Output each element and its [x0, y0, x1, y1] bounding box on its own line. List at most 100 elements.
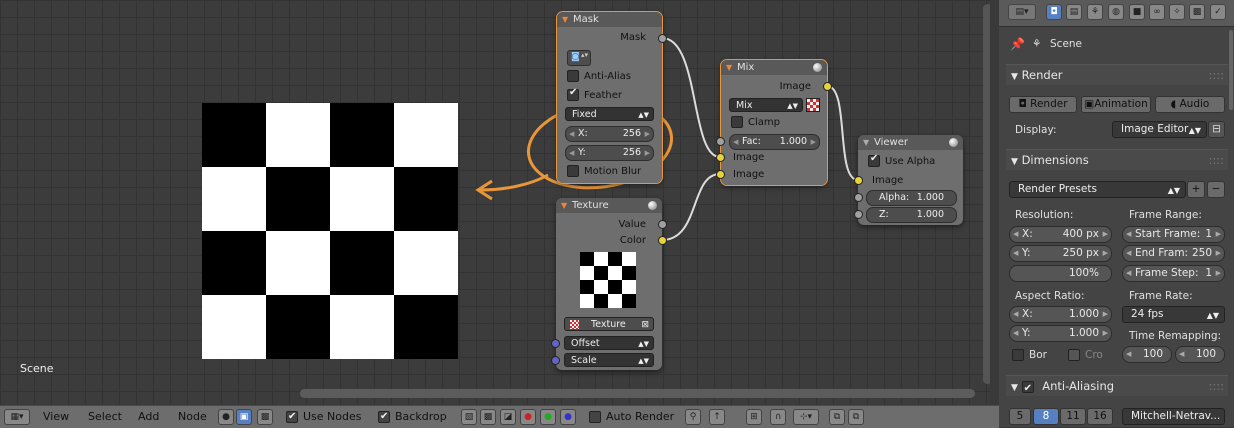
- drag-handle-icon[interactable]: ::::: [1209, 150, 1225, 170]
- mask-node-header[interactable]: ▼ Mask: [557, 12, 662, 27]
- channel-a-icon[interactable]: ◪: [500, 409, 516, 425]
- viewer-image-socket[interactable]: [854, 176, 863, 185]
- collapse-icon[interactable]: ▼: [561, 198, 567, 213]
- animation-button[interactable]: ▣Animation: [1081, 96, 1151, 113]
- shader-nodes-icon[interactable]: ●: [218, 409, 234, 425]
- texture-color-socket[interactable]: [658, 236, 667, 245]
- left-arrow-icon[interactable]: ◀: [1126, 266, 1131, 281]
- feather-row[interactable]: Feather: [567, 87, 622, 101]
- texture-node[interactable]: ▼ Texture Value Color Texture ⊠ Offset ▲▼…: [556, 198, 662, 370]
- viewer-node-header[interactable]: ▼ Viewer: [858, 135, 963, 150]
- size-source-dropdown[interactable]: Fixed ▲▼: [565, 107, 654, 121]
- menu-view[interactable]: View: [43, 409, 69, 425]
- viewer-alpha-socket[interactable]: [854, 193, 863, 202]
- backdrop-toggle[interactable]: Backdrop: [378, 409, 447, 425]
- left-arrow-icon[interactable]: ◀: [1013, 326, 1018, 341]
- use-alpha-row[interactable]: Use Alpha: [868, 153, 935, 167]
- mask-datablock-select[interactable]: ◙ ▴▾: [567, 50, 591, 66]
- anti-alias-row[interactable]: Anti-Alias: [567, 70, 631, 82]
- texture-tab-icon[interactable]: ▩: [1189, 4, 1205, 20]
- editor-type-icon[interactable]: ▦▾: [4, 409, 30, 425]
- remap-old-field[interactable]: ◀ 100: [1122, 346, 1172, 363]
- mix-output-socket[interactable]: [823, 82, 832, 91]
- aa-samples-11[interactable]: 11: [1060, 408, 1086, 425]
- collapse-icon[interactable]: ▼: [863, 135, 869, 150]
- right-arrow-icon[interactable]: ▶: [811, 135, 816, 149]
- mix-node-header[interactable]: ▼ Mix: [721, 60, 827, 75]
- menu-node[interactable]: Node: [178, 409, 207, 425]
- mask-node[interactable]: ▼ Mask Mask ◙ ▴▾ Anti-Alias Feather Fixe…: [556, 11, 663, 184]
- scene-tab-icon[interactable]: ⚘: [1087, 4, 1103, 20]
- node-editor[interactable]: ▼ Mask Mask ◙ ▴▾ Anti-Alias Feather Fixe…: [0, 0, 990, 405]
- crop-toggle[interactable]: Cro: [1068, 349, 1103, 361]
- render-presets-dropdown[interactable]: Render Presets ▲▼: [1009, 181, 1186, 198]
- menu-add[interactable]: Add: [138, 409, 159, 425]
- horizontal-scrollbar[interactable]: [300, 389, 975, 398]
- parent-node-tree-icon[interactable]: ↑: [709, 409, 725, 425]
- left-arrow-icon[interactable]: ◀: [1013, 227, 1018, 242]
- texture-node-header[interactable]: ▼ Texture: [556, 198, 662, 213]
- left-arrow-icon[interactable]: ◀: [1126, 246, 1131, 261]
- editor-type-icon[interactable]: ▤▾: [1008, 4, 1036, 20]
- anti-alias-checkbox[interactable]: [567, 70, 579, 82]
- aspect-x-field[interactable]: ◀ X: 1.000 ▶: [1009, 306, 1112, 323]
- backdrop-checkbox[interactable]: [378, 409, 390, 425]
- mix-node[interactable]: ▼ Mix Image Mix ▲▼ Clamp ◀ Fac: 1.000 ▶ Imag…: [720, 59, 828, 186]
- channel-green-icon[interactable]: ●: [540, 409, 556, 425]
- right-arrow-icon[interactable]: ▶: [1103, 307, 1108, 322]
- right-arrow-icon[interactable]: ▶: [645, 127, 650, 141]
- paste-icon[interactable]: ⧉: [848, 409, 864, 425]
- texture-nodes-icon[interactable]: ▩: [257, 409, 273, 425]
- render-button[interactable]: ◘ Render: [1009, 96, 1077, 113]
- world-tab-icon[interactable]: ◍: [1108, 4, 1124, 20]
- drag-handle-icon[interactable]: ::::: [1209, 65, 1225, 85]
- pin-icon[interactable]: 📌: [1010, 37, 1025, 51]
- mask-x-field[interactable]: ◀ X: 256 ▶: [565, 126, 654, 142]
- right-arrow-icon[interactable]: ▶: [1103, 246, 1108, 261]
- left-arrow-icon[interactable]: ◀: [1013, 307, 1018, 322]
- preview-sphere-icon[interactable]: [813, 63, 822, 72]
- left-arrow-icon[interactable]: ◀: [569, 127, 574, 141]
- compositing-nodes-icon[interactable]: ▣: [236, 409, 252, 425]
- use-alpha-toggle-icon[interactable]: [806, 98, 820, 112]
- feather-checkbox[interactable]: [567, 87, 579, 101]
- resolution-y-field[interactable]: ◀ Y: 250 px ▶: [1009, 245, 1112, 262]
- collapse-icon[interactable]: ▼: [726, 60, 732, 75]
- render-tab-icon[interactable]: ◘: [1046, 4, 1062, 20]
- frame-step-field[interactable]: ◀ Frame Step: 1 ▶: [1122, 265, 1225, 282]
- use-alpha-checkbox[interactable]: [868, 153, 880, 167]
- texture-datablock-field[interactable]: Texture ⊠: [564, 317, 654, 331]
- viewer-z-socket[interactable]: [854, 210, 863, 219]
- anti-aliasing-checkbox[interactable]: [1021, 379, 1034, 399]
- copy-icon[interactable]: ⧉: [829, 409, 845, 425]
- resolution-percentage-field[interactable]: 100%: [1009, 265, 1112, 282]
- add-preset-button[interactable]: +: [1187, 181, 1205, 198]
- remove-preset-button[interactable]: −: [1207, 181, 1225, 198]
- texture-offset-socket[interactable]: [551, 339, 560, 348]
- left-arrow-icon[interactable]: ◀: [1126, 347, 1131, 362]
- render-layers-tab-icon[interactable]: ▤: [1066, 4, 1082, 20]
- clamp-row[interactable]: Clamp: [731, 116, 780, 128]
- end-frame-field[interactable]: ◀ End Fram: 250 ▶: [1122, 245, 1225, 262]
- border-checkbox[interactable]: [1012, 349, 1024, 361]
- texture-value-socket[interactable]: [658, 220, 667, 229]
- viewer-alpha-field[interactable]: Alpha: 1.000: [866, 190, 957, 206]
- dimensions-panel-header[interactable]: ▼ Dimensions ::::: [1006, 149, 1228, 170]
- snap-icon[interactable]: ⊞: [746, 409, 762, 425]
- mask-y-field[interactable]: ◀ Y: 256 ▶: [565, 145, 654, 161]
- left-arrow-icon[interactable]: ◀: [569, 146, 574, 160]
- left-arrow-icon[interactable]: ◀: [1013, 246, 1018, 261]
- texture-scale-socket[interactable]: [551, 356, 560, 365]
- crop-checkbox[interactable]: [1068, 349, 1080, 361]
- preview-sphere-icon[interactable]: [648, 201, 657, 210]
- right-arrow-icon[interactable]: ▶: [645, 146, 650, 160]
- auto-render-checkbox[interactable]: [589, 411, 601, 423]
- clamp-checkbox[interactable]: [731, 116, 743, 128]
- right-arrow-icon[interactable]: ▶: [1216, 246, 1221, 261]
- clear-x-icon[interactable]: ⊠: [641, 318, 649, 332]
- left-arrow-icon[interactable]: ◀: [733, 135, 738, 149]
- right-arrow-icon[interactable]: ▶: [1103, 227, 1108, 242]
- viewer-z-field[interactable]: Z: 1.000: [866, 207, 957, 223]
- left-arrow-icon[interactable]: ◀: [1179, 347, 1184, 362]
- audio-button[interactable]: ◖ Audio: [1155, 96, 1225, 113]
